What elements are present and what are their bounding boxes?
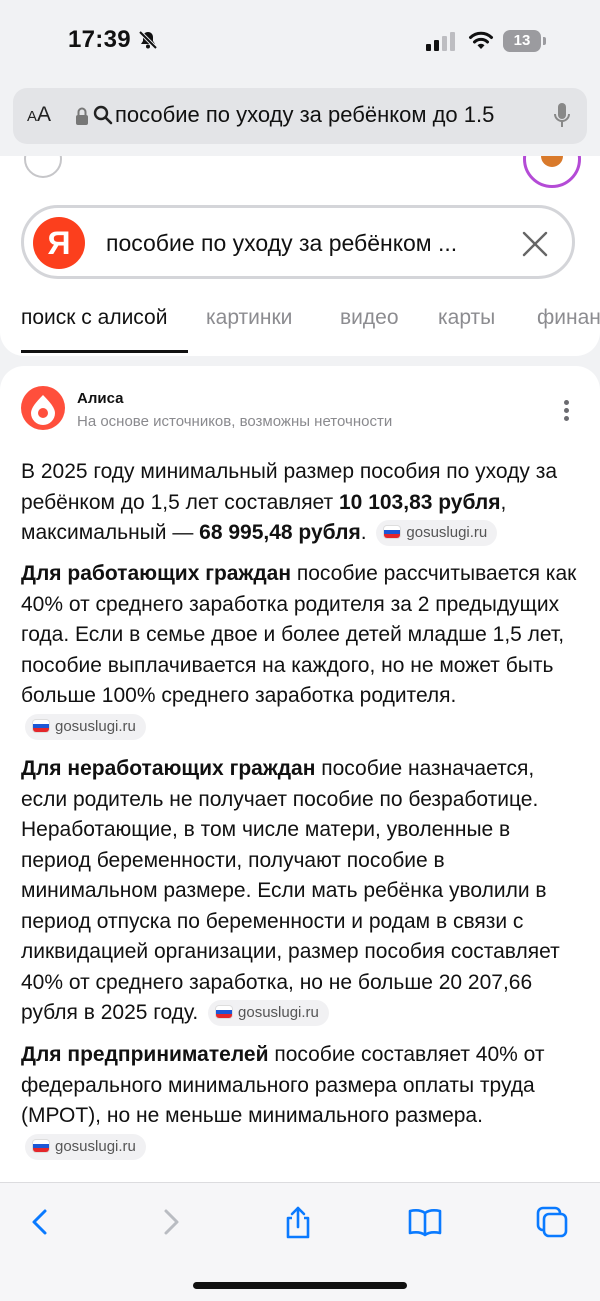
page-header: Я пособие по уходу за ребёнком ... поиск… (0, 156, 600, 356)
microphone-icon[interactable] (553, 102, 571, 130)
search-input[interactable]: пособие по уходу за ребёнком ... (106, 230, 457, 257)
russia-flag-icon (216, 1006, 233, 1019)
answer-paragraph: Для работающих граждан пособие рассчитыв… (21, 559, 581, 742)
search-icon (93, 105, 113, 125)
forward-icon[interactable] (154, 1205, 188, 1239)
yandex-logo[interactable]: Я (33, 217, 85, 269)
answer-paragraph: Для предпринимателей пособие составляет … (21, 1040, 581, 1162)
close-icon[interactable] (521, 230, 549, 258)
clock: 17:39 (68, 26, 131, 53)
tabs-icon[interactable] (535, 1205, 569, 1239)
back-icon[interactable] (23, 1205, 57, 1239)
lock-icon (76, 107, 88, 125)
disclaimer: На основе источников, возможны неточност… (77, 413, 393, 430)
search-box[interactable]: Я пособие по уходу за ребёнком ... (21, 205, 575, 279)
source-link[interactable]: gosuslugi.ru (376, 520, 498, 547)
answer-paragraph: Для неработающих граждан пособие назнача… (21, 754, 581, 1029)
battery-level: 13 (513, 32, 531, 49)
tab-maps[interactable]: карты (438, 306, 495, 330)
alice-icon (31, 395, 55, 425)
battery-icon: 13 (503, 30, 547, 52)
address-bar[interactable]: AA пособие по уходу за ребёнком до 1.5 (13, 88, 587, 144)
tab-finance[interactable]: финан (537, 306, 600, 330)
reader-options-button[interactable]: AA (27, 103, 51, 127)
home-indicator[interactable] (193, 1282, 407, 1289)
bookmarks-icon[interactable] (408, 1205, 442, 1239)
search-tabs: поиск с алисой картинки видео карты фина… (0, 304, 600, 356)
russia-flag-icon (33, 1139, 49, 1152)
answer-paragraph: В 2025 году минимальный размер пособия п… (21, 457, 581, 549)
status-bar: 17:39 13 (0, 0, 600, 80)
russia-flag-icon (33, 719, 49, 732)
source-link[interactable]: gosuslugi.ru (25, 713, 146, 740)
tab-video[interactable]: видео (340, 306, 399, 330)
source-link[interactable]: gosuslugi.ru (25, 1133, 146, 1160)
avatar[interactable] (523, 156, 581, 188)
russia-flag-icon (384, 526, 401, 539)
bell-slash-icon (138, 30, 158, 50)
signal-icon (426, 32, 455, 51)
alice-answer-card: Алиса На основе источников, возможны нет… (0, 366, 600, 1196)
more-options-icon[interactable] (564, 400, 570, 424)
source-link[interactable]: gosuslugi.ru (208, 1000, 329, 1027)
url-text[interactable]: пособие по уходу за ребёнком до 1.5 (115, 102, 494, 128)
menu-icon[interactable] (24, 156, 62, 178)
tab-alice-search[interactable]: поиск с алисой (21, 306, 167, 330)
alice-logo (21, 386, 65, 430)
author-name: Алиса (77, 390, 124, 407)
share-icon[interactable] (281, 1205, 315, 1239)
tab-images[interactable]: картинки (206, 306, 292, 330)
active-tab-indicator (21, 350, 188, 353)
wifi-icon (469, 31, 493, 49)
